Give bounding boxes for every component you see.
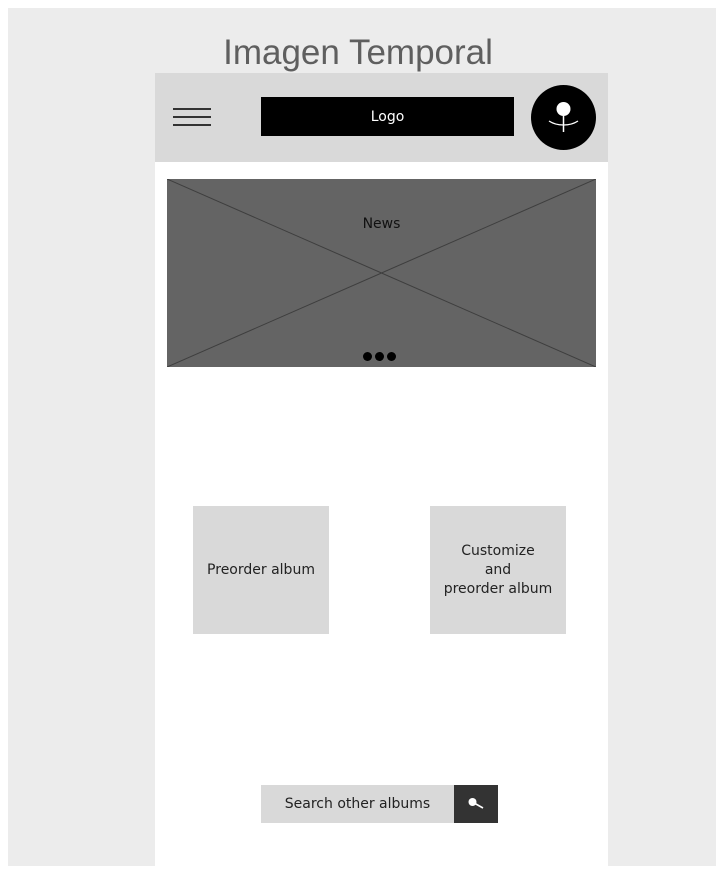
search-bar: Search other albums [261, 785, 498, 823]
phone-screen: Logo News Preorder album Customize and p… [155, 73, 608, 874]
logo[interactable]: Logo [261, 97, 514, 136]
flower-avatar-icon [548, 102, 579, 132]
canvas-background: Imagen Temporal Logo News Preorder album… [8, 8, 716, 874]
search-input[interactable]: Search other albums [261, 785, 454, 823]
carousel-dot[interactable] [375, 352, 384, 361]
carousel-dots [363, 352, 403, 362]
preorder-album-button[interactable]: Preorder album [193, 506, 329, 634]
page-title: Imagen Temporal [223, 33, 493, 72]
avatar[interactable] [531, 85, 596, 150]
customize-preorder-album-button[interactable]: Customize and preorder album [430, 506, 566, 634]
top-bar: Logo [155, 73, 608, 162]
menu-line [173, 116, 211, 118]
news-carousel[interactable]: News [167, 179, 596, 367]
news-label: News [362, 216, 401, 232]
carousel-dot[interactable] [363, 352, 372, 361]
menu-line [173, 124, 211, 126]
carousel-dot[interactable] [387, 352, 396, 361]
search-button[interactable] [454, 785, 498, 823]
search-icon [468, 798, 484, 809]
menu-line [173, 108, 211, 110]
image-placeholder-cross [167, 179, 596, 367]
hamburger-menu-icon[interactable] [173, 108, 211, 126]
